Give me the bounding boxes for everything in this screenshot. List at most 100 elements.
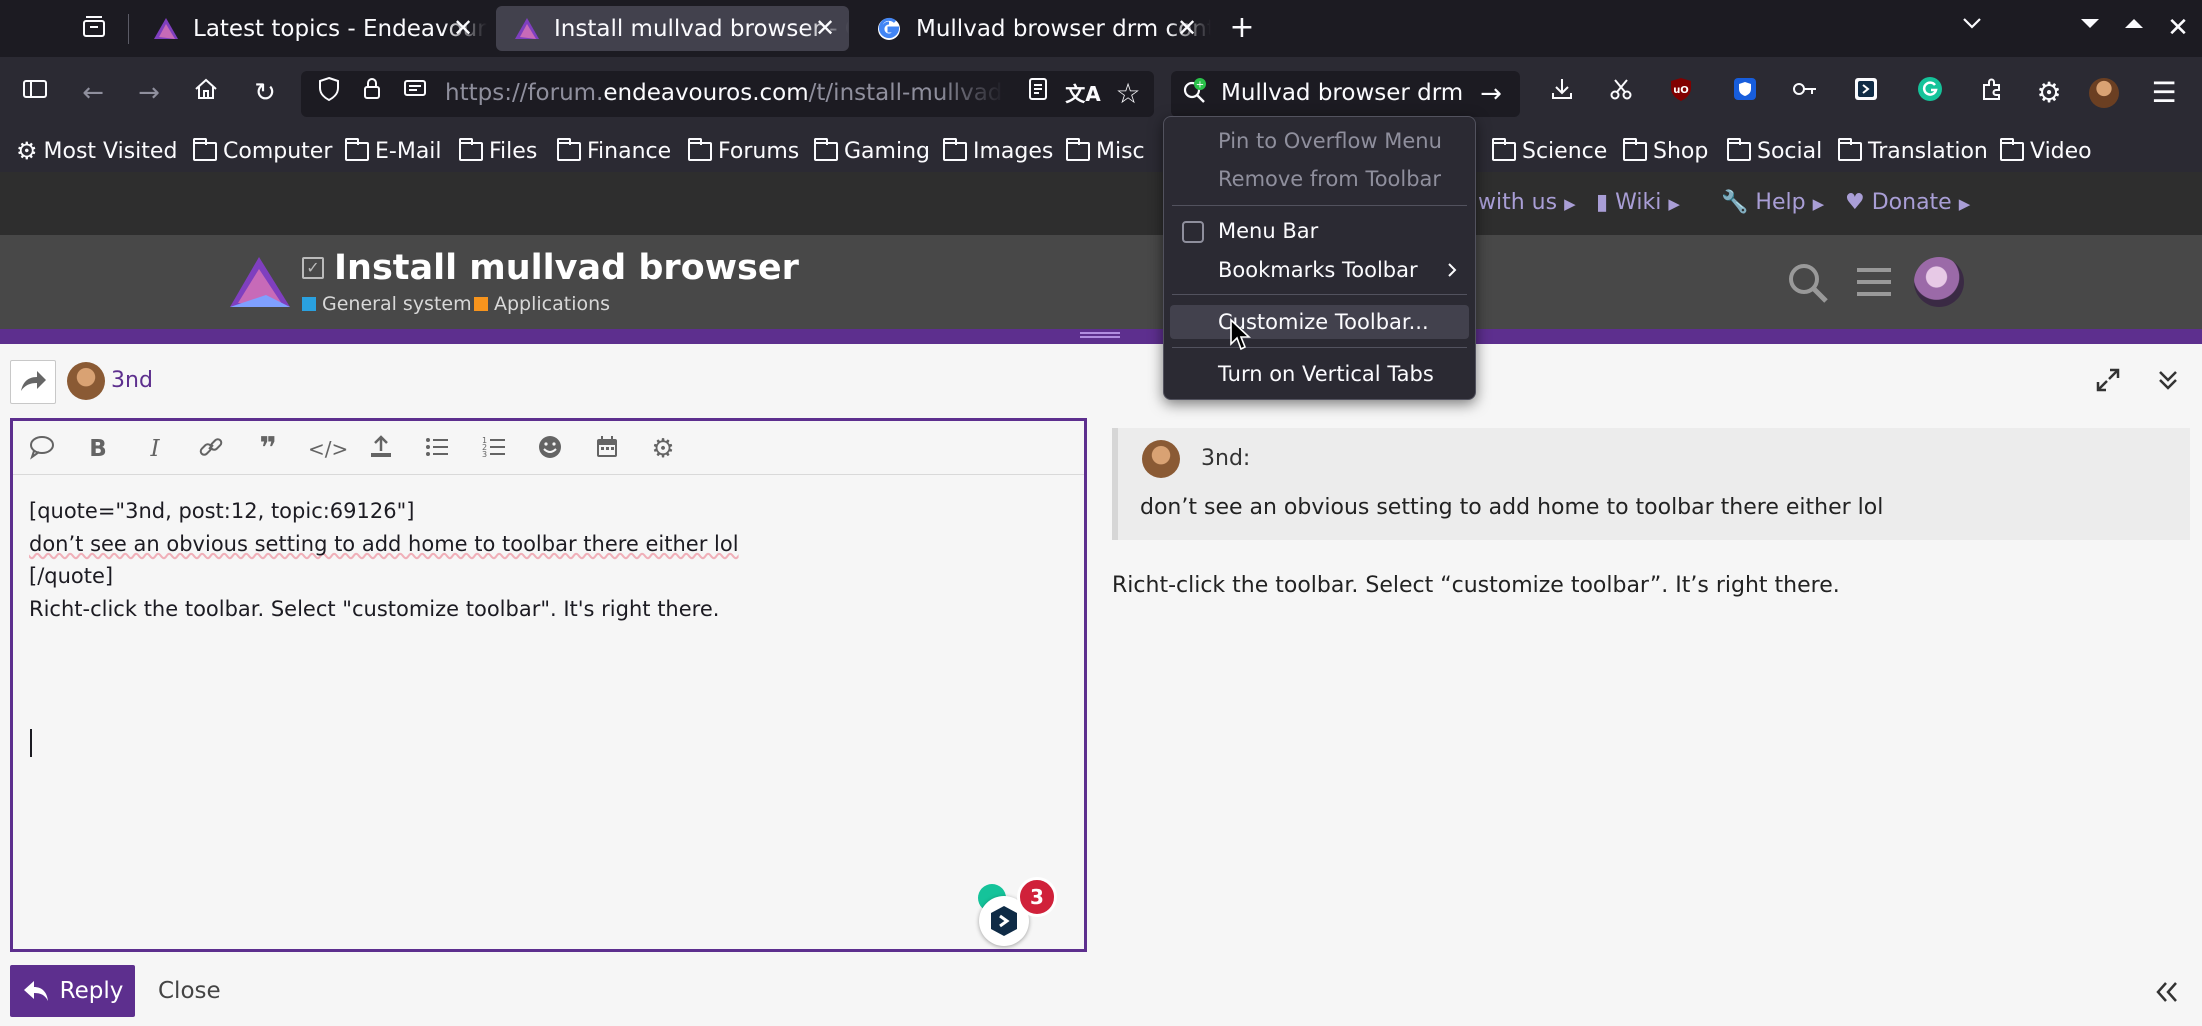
tab-mullvad-drm[interactable]: Mullvad browser drm content ✕ <box>858 6 1211 51</box>
category-general-system[interactable]: General system <box>302 293 472 315</box>
bookmark-folder-shop[interactable]: Shop <box>1623 135 1708 167</box>
hamburger-menu-icon[interactable] <box>1855 263 1893 301</box>
menu-item-bookmarks-toolbar[interactable]: Bookmarks Toolbar <box>1170 253 1469 287</box>
fullscreen-expand-icon[interactable] <box>2094 366 2122 394</box>
search-icon[interactable] <box>1786 261 1830 305</box>
grammarly-icon[interactable] <box>1912 75 1948 111</box>
bookmark-star-icon[interactable]: ☆ <box>1110 76 1146 112</box>
nav-link-wiki[interactable]: ▮ Wiki ▶ <box>1596 190 1680 215</box>
tracking-protection-shield-icon[interactable] <box>311 76 347 112</box>
endeavouros-logo-icon[interactable] <box>226 255 292 311</box>
menu-bar-checkbox[interactable] <box>1182 221 1204 243</box>
close-window-icon[interactable]: ✕ <box>2160 12 2196 48</box>
list-all-tabs-icon[interactable] <box>1954 10 1990 46</box>
extensions-icon[interactable] <box>1974 75 2010 111</box>
bookmark-folder-translation[interactable]: Translation <box>1838 135 1988 167</box>
collapse-composer-icon[interactable] <box>2154 366 2182 394</box>
upload-icon[interactable] <box>365 433 397 465</box>
bullet-list-icon[interactable] <box>421 433 453 465</box>
home-icon[interactable] <box>188 75 224 111</box>
minimize-icon[interactable] <box>2072 10 2108 46</box>
new-tab-icon[interactable]: + <box>1224 12 1260 48</box>
calendar-icon[interactable] <box>591 433 623 465</box>
notification-count: 3 <box>1030 885 1044 909</box>
reply-to-username[interactable]: 3nd <box>111 368 153 393</box>
link-icon[interactable] <box>195 433 227 465</box>
password-key-icon[interactable] <box>1787 75 1823 111</box>
emoji-icon[interactable] <box>534 433 566 465</box>
bold-icon[interactable]: B <box>82 433 114 465</box>
sidebar-icon[interactable] <box>17 75 53 111</box>
bookmark-folder-gaming[interactable]: Gaming <box>814 135 930 167</box>
nav-link-donate[interactable]: ♥ Donate ▶ <box>1845 190 1970 215</box>
menu-item-customize-toolbar[interactable]: Customize Toolbar... <box>1170 305 1469 339</box>
close-tab-icon[interactable]: ✕ <box>811 14 839 42</box>
search-input[interactable]: Mullvad browser drm <box>1221 80 1463 106</box>
close-tab-icon[interactable]: ✕ <box>1173 14 1201 42</box>
search-engine-icon[interactable]: + <box>1177 76 1213 112</box>
nav-link-help[interactable]: 🔧 Help ▶ <box>1721 190 1824 215</box>
blockquote-icon[interactable]: ❞ <box>252 433 284 465</box>
bitwarden-icon[interactable] <box>1727 75 1763 111</box>
bookmark-folder-video[interactable]: Video <box>2000 135 2092 167</box>
deepl-extension-icon[interactable] <box>1848 75 1884 111</box>
screenshot-icon[interactable] <box>1603 75 1639 111</box>
bookmark-folder-finance[interactable]: Finance <box>557 135 671 167</box>
reply-button[interactable]: Reply <box>10 965 135 1017</box>
bookmark-label: Forums <box>718 138 800 164</box>
hamburger-menu-icon[interactable]: ☰ <box>2146 75 2182 111</box>
settings-gear-icon[interactable]: ⚙ <box>2031 75 2067 111</box>
numbered-list-icon[interactable]: 123 <box>478 433 510 465</box>
ublock-origin-icon[interactable]: uO <box>1663 75 1699 111</box>
bookmark-folder-computer[interactable]: Computer <box>193 135 332 167</box>
permissions-icon[interactable] <box>397 76 433 112</box>
search-bar[interactable]: + Mullvad browser drm → <box>1171 71 1520 117</box>
bookmark-most-visited[interactable]: ⚙ Most Visited <box>16 135 177 167</box>
close-composer-link[interactable]: Close <box>158 978 221 1004</box>
gear-icon[interactable]: ⚙ <box>647 433 679 465</box>
close-tab-icon[interactable]: ✕ <box>449 14 477 42</box>
menu-item-remove-from-toolbar[interactable]: Remove from Toolbar <box>1170 162 1469 196</box>
translate-icon[interactable]: 文A <box>1065 76 1101 112</box>
notification-badge[interactable]: 3 <box>1017 877 1057 917</box>
collapse-sidebar-double-chevron-icon[interactable] <box>2152 977 2182 1007</box>
menu-item-vertical-tabs[interactable]: Turn on Vertical Tabs <box>1170 357 1469 391</box>
bookmark-folder-misc[interactable]: Misc <box>1066 135 1145 167</box>
user-avatar[interactable] <box>1914 257 1964 307</box>
nav-link-with-us[interactable]: with us ▶ <box>1478 190 1576 215</box>
category-applications[interactable]: Applications <box>474 293 610 315</box>
search-go-arrow-icon[interactable]: → <box>1473 76 1509 112</box>
url-bar[interactable]: https://forum.endeavouros.com/t/install-… <box>301 71 1154 117</box>
menu-item-menu-bar[interactable]: Menu Bar <box>1170 214 1469 248</box>
topic-title[interactable]: Install mullvad browser <box>334 248 799 288</box>
italic-icon[interactable]: I <box>139 433 171 465</box>
bookmark-folder-images[interactable]: Images <box>943 135 1053 167</box>
reply-button-label: Reply <box>59 978 124 1004</box>
bookmark-folder-science[interactable]: Science <box>1492 135 1607 167</box>
code-icon[interactable]: </> <box>308 433 348 465</box>
maximize-icon[interactable] <box>2116 10 2152 46</box>
composer-resize-grip[interactable] <box>1080 332 1120 338</box>
caret-right-icon: ▶ <box>1958 195 1971 213</box>
editor-textarea[interactable]: [quote="3nd, post:12, topic:69126"] don’t… <box>29 495 739 625</box>
bookmark-folder-forums[interactable]: Forums <box>688 135 799 167</box>
tab-groups-icon[interactable] <box>76 12 112 48</box>
tab-install-mullvad[interactable]: Install mullvad browser - General system… <box>496 6 849 51</box>
bookmark-folder-email[interactable]: E-Mail <box>345 135 442 167</box>
back-icon[interactable]: ← <box>75 75 111 111</box>
tab-latest-topics[interactable]: Latest topics - EndeavourOS ✕ <box>135 6 487 51</box>
folder-icon <box>943 137 967 161</box>
url-text[interactable]: https://forum.endeavouros.com/t/install-… <box>445 80 1005 106</box>
account-avatar[interactable] <box>2089 78 2119 108</box>
menu-item-pin-to-overflow[interactable]: Pin to Overflow Menu <box>1170 124 1469 158</box>
reply-type-button[interactable] <box>10 360 56 404</box>
reload-icon[interactable]: ↻ <box>247 75 283 111</box>
reader-view-icon[interactable] <box>1020 76 1056 112</box>
bookmark-folder-files[interactable]: Files <box>459 135 537 167</box>
bookmark-folder-social[interactable]: Social <box>1727 135 1822 167</box>
lock-icon[interactable] <box>354 76 390 112</box>
downloads-icon[interactable] <box>1544 75 1580 111</box>
reply-editor[interactable]: B I ❞ </> 123 ⚙ [quote="3nd, post:12, to… <box>10 418 1087 952</box>
forward-icon[interactable]: → <box>131 75 167 111</box>
quote-bubble-icon[interactable] <box>26 433 58 465</box>
